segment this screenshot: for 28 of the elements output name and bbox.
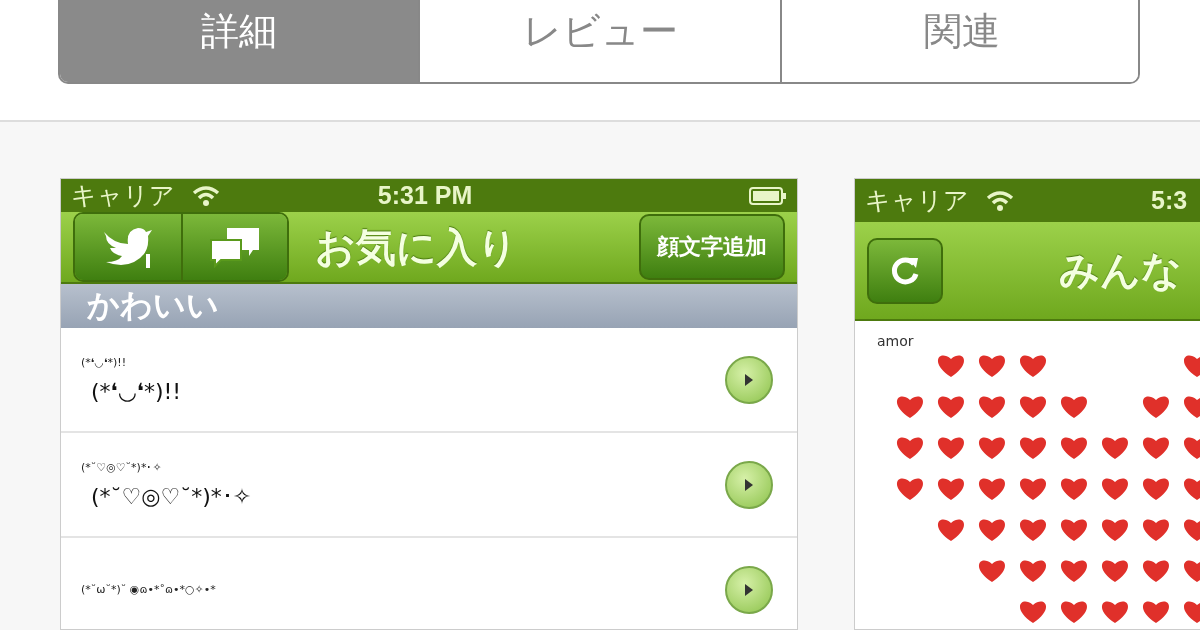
- battery-icon: [749, 185, 787, 206]
- section-header: かわいい: [61, 284, 797, 328]
- refresh-button[interactable]: [867, 237, 943, 304]
- play-button[interactable]: [725, 460, 773, 509]
- play-button[interactable]: [725, 565, 773, 614]
- add-kaomoji-button[interactable]: 顔文字追加: [639, 214, 785, 280]
- kaomoji-caption: amor: [876, 332, 915, 349]
- wifi-icon: [191, 184, 221, 207]
- carrier-label: キャリア: [865, 185, 969, 218]
- play-icon: [744, 373, 754, 386]
- play-icon: [744, 583, 754, 596]
- status-time: 5:3: [1151, 186, 1188, 216]
- kaomoji-caption: (*❛◡❛*)!!: [81, 355, 128, 369]
- wifi-icon: [985, 189, 1015, 212]
- carrier-label: キャリア: [71, 180, 175, 212]
- screen-title: お気に入り: [315, 222, 519, 272]
- play-icon: [744, 478, 754, 491]
- kaomoji-caption: (*˘♡◎♡˘*)*･✧: [81, 460, 163, 474]
- bird-button[interactable]: [75, 214, 181, 280]
- chat-button[interactable]: [181, 214, 287, 280]
- speech-bubbles-icon: [209, 226, 261, 268]
- kaomoji-caption: (*˘ω˘*)˘ ◉ɷ•*˚ɷ•*○✧•*: [81, 583, 217, 596]
- play-button[interactable]: [725, 355, 773, 404]
- kaomoji-preview: (*˘♡◎♡˘*)*･✧: [90, 483, 253, 509]
- status-time: 5:31 PM: [376, 181, 474, 210]
- screen-title: みんな: [1058, 246, 1183, 296]
- tab[interactable]: 詳細: [60, 0, 420, 82]
- kaomoji-preview: (*❛◡❛*)!!: [90, 378, 183, 404]
